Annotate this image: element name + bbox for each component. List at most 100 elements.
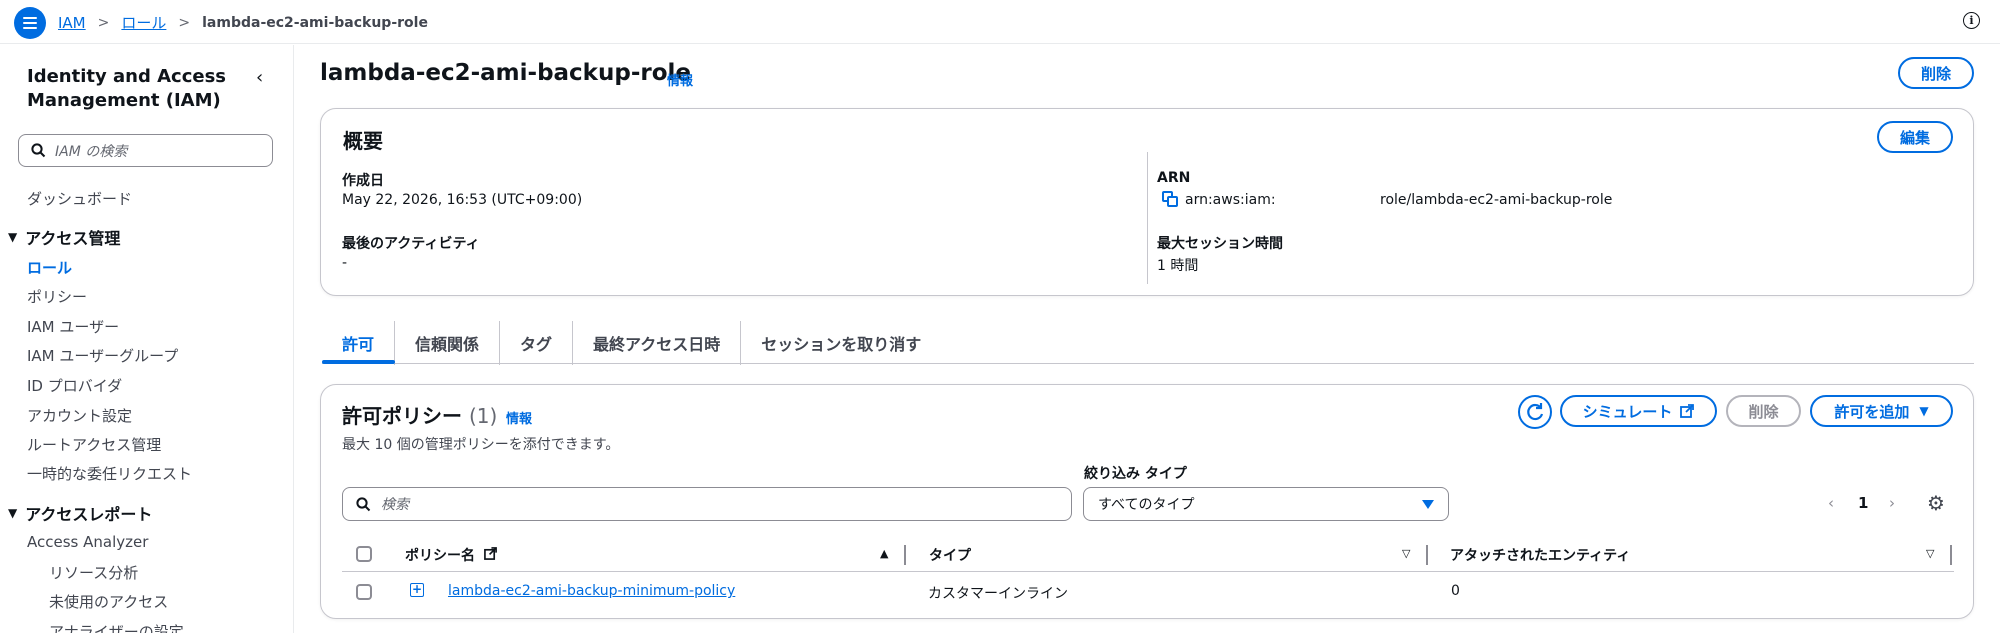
active-tab-indicator <box>322 360 395 364</box>
external-link-icon <box>483 547 497 560</box>
select-all-checkbox[interactable] <box>356 546 372 562</box>
edit-button[interactable]: 編集 <box>1877 121 1953 153</box>
filter-type-select[interactable]: すべてのタイプ <box>1083 487 1449 521</box>
arn-prefix: arn:aws:iam: <box>1185 192 1276 208</box>
tab-last-accessed[interactable]: 最終アクセス日時 <box>573 321 742 365</box>
breadcrumb-roles[interactable]: ロール <box>121 12 166 33</box>
sidebar-item-root-access[interactable]: ルートアクセス管理 <box>27 434 161 455</box>
search-icon <box>356 497 371 512</box>
add-permissions-label: 許可を追加 <box>1834 402 1910 421</box>
sidebar-item-users[interactable]: IAM ユーザー <box>27 316 119 337</box>
last-activity-value: - <box>342 255 348 271</box>
sidebar-item-account-settings[interactable]: アカウント設定 <box>27 405 132 426</box>
breadcrumb-current: lambda-ec2-ami-backup-role <box>202 14 428 31</box>
column-attached-entities[interactable]: アタッチされたエンティティ <box>1450 545 1630 565</box>
chevron-right-icon: > <box>178 14 191 31</box>
sort-icon[interactable]: ▽ <box>1926 547 1934 560</box>
sidebar-item-user-groups[interactable]: IAM ユーザーグループ <box>27 345 178 366</box>
refresh-button[interactable] <box>1518 395 1552 429</box>
arn-suffix: role/lambda-ec2-ami-backup-role <box>1380 192 1613 208</box>
sidebar-item-unused-access[interactable]: 未使用のアクセス <box>49 591 168 612</box>
tab-rule <box>322 363 1974 364</box>
info-icon[interactable]: i <box>1963 12 1980 29</box>
top-bar: IAM > ロール > lambda-ec2-ami-backup-role i <box>0 0 2000 44</box>
arn-label: ARN <box>1157 170 1191 186</box>
search-icon <box>31 143 46 158</box>
tab-tags[interactable]: タグ <box>500 321 574 365</box>
column-divider[interactable] <box>1950 545 1952 565</box>
sidebar-item-analyzer-settings[interactable]: アナライザーの設定 <box>49 621 184 633</box>
filter-type-label: 絞り込み タイプ <box>1084 466 1187 482</box>
next-page-button[interactable]: › <box>1889 494 1895 512</box>
sidebar-section-reports[interactable]: ▼ アクセスレポート <box>8 501 152 525</box>
sidebar-item-temporary-delegation[interactable]: 一時的な委任リクエスト <box>27 463 192 484</box>
sidebar-item-roles[interactable]: ロール <box>27 257 72 278</box>
max-session-value: 1 時間 <box>1157 258 1199 274</box>
sidebar-item-resource-analysis[interactable]: リソース分析 <box>49 562 138 583</box>
sidebar-section-access[interactable]: ▼ アクセス管理 <box>8 225 120 249</box>
last-activity-label: 最後のアクティビティ <box>342 236 480 252</box>
expand-icon[interactable]: + <box>410 583 424 597</box>
summary-divider <box>1147 152 1148 284</box>
gear-icon[interactable]: ⚙ <box>1927 493 1945 513</box>
column-label: ポリシー名 <box>405 548 475 564</box>
policy-search-input[interactable]: 検索 <box>342 487 1072 521</box>
sidebar-section-label: アクセスレポート <box>25 505 153 524</box>
tab-trust-relationships[interactable]: 信頼関係 <box>395 321 501 365</box>
simulate-button[interactable]: シミュレート <box>1560 395 1717 427</box>
copy-icon[interactable] <box>1162 191 1178 207</box>
row-checkbox[interactable] <box>356 584 372 600</box>
caret-down-icon: ▼ <box>8 506 18 520</box>
add-permissions-button[interactable]: 許可を追加 ▼ <box>1810 395 1953 427</box>
sidebar-item-identity-providers[interactable]: ID プロバイダ <box>27 375 122 396</box>
column-type[interactable]: タイプ <box>929 545 971 565</box>
max-session-label: 最大セッション時間 <box>1157 236 1283 252</box>
refresh-icon <box>1527 403 1544 421</box>
policies-description: 最大 10 個の管理ポリシーを添付できます。 <box>342 437 620 453</box>
column-divider[interactable] <box>1426 545 1428 565</box>
created-label: 作成日 <box>342 173 384 189</box>
sidebar-item-dashboard[interactable]: ダッシュボード <box>27 188 132 209</box>
page-title: lambda-ec2-ami-backup-role <box>320 60 691 86</box>
simulate-label: シミュレート <box>1582 402 1673 421</box>
policies-heading: 許可ポリシー (1) <box>342 400 497 429</box>
policy-entities: 0 <box>1451 583 1460 599</box>
previous-page-button[interactable]: ‹ <box>1828 494 1834 512</box>
policies-count: (1) <box>468 404 498 428</box>
collapse-icon[interactable]: ‹ <box>256 67 263 88</box>
summary-heading: 概要 <box>343 129 383 153</box>
hamburger-icon <box>23 17 37 29</box>
sidebar-item-policies[interactable]: ポリシー <box>27 286 87 307</box>
sidebar: Identity and Access Management (IAM) ‹ I… <box>0 45 294 633</box>
sidebar-item-access-analyzer[interactable]: Access Analyzer <box>27 533 148 551</box>
caret-down-icon <box>1422 500 1434 509</box>
policies-title: 許可ポリシー <box>342 404 462 428</box>
sort-icon[interactable]: ▽ <box>1402 547 1410 560</box>
breadcrumb-iam[interactable]: IAM <box>58 14 86 32</box>
filter-type-value: すべてのタイプ <box>1098 497 1195 513</box>
policy-type: カスタマーインライン <box>928 586 1068 602</box>
sort-ascending-icon[interactable]: ▲ <box>880 547 888 560</box>
table-header: ポリシー名 ▲ タイプ ▽ アタッチされたエンティティ ▽ <box>342 536 1954 572</box>
delete-role-button[interactable]: 削除 <box>1898 57 1974 89</box>
chevron-right-icon: > <box>97 14 110 31</box>
column-divider[interactable] <box>904 545 906 565</box>
created-value: May 22, 2026, 16:53 (UTC+09:00) <box>342 192 583 208</box>
menu-button[interactable] <box>14 7 46 39</box>
policy-name-link[interactable]: lambda-ec2-ami-backup-minimum-policy <box>448 583 735 599</box>
tab-bar: 許可 信頼関係 タグ 最終アクセス日時 セッションを取り消す <box>322 321 941 365</box>
sidebar-title: Identity and Access Management (IAM) <box>27 66 227 111</box>
caret-down-icon: ▼ <box>8 230 18 244</box>
page-number[interactable]: 1 <box>1858 494 1868 512</box>
tab-permissions[interactable]: 許可 <box>322 321 396 365</box>
external-link-icon <box>1680 404 1695 418</box>
sidebar-search-input[interactable]: IAM の検索 <box>18 134 273 167</box>
column-policy-name[interactable]: ポリシー名 <box>405 545 497 565</box>
sidebar-section-label: アクセス管理 <box>25 229 121 248</box>
page-info-link[interactable]: 情報 <box>667 70 693 89</box>
delete-policy-button[interactable]: 削除 <box>1726 395 1801 427</box>
policies-info-link[interactable]: 情報 <box>506 408 532 427</box>
breadcrumb: IAM > ロール > lambda-ec2-ami-backup-role <box>58 12 428 33</box>
tab-revoke-sessions[interactable]: セッションを取り消す <box>741 321 941 365</box>
caret-down-icon: ▼ <box>1919 404 1929 418</box>
